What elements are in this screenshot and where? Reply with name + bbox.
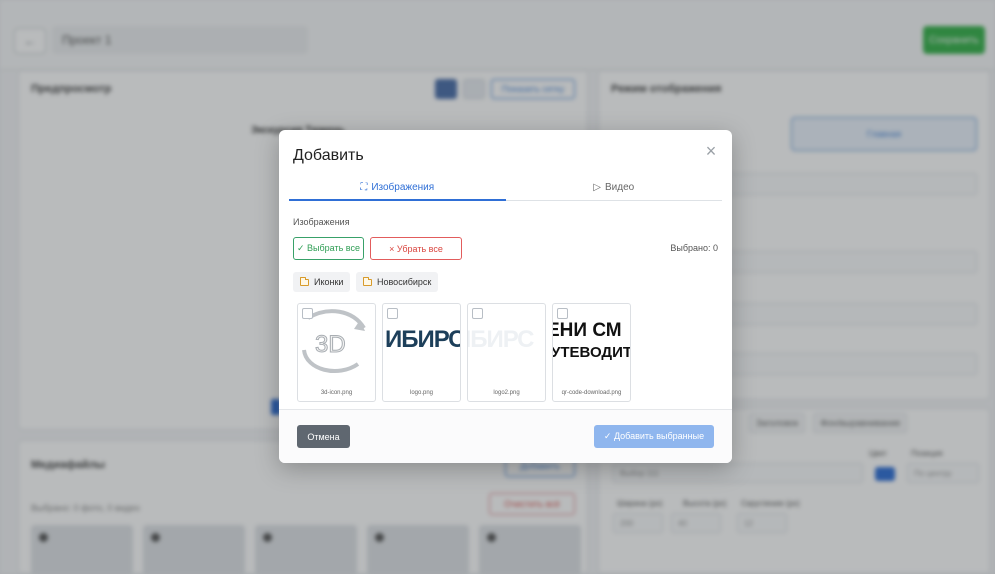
tab-video[interactable]: ▷ Видео <box>506 174 723 200</box>
remove-all-button[interactable]: × Убрать все <box>370 237 462 260</box>
image-text: ИБИРС <box>385 326 460 353</box>
add-selected-button[interactable]: ✓ Добавить выбранные <box>594 425 714 448</box>
cancel-button[interactable]: Отмена <box>297 425 350 448</box>
image-filename: 3d-icon.png <box>320 390 353 396</box>
image-text: ЕНИ СМ <box>553 320 622 341</box>
image-grid: 3D 3d-icon.png ИБИРС logo.png ИБИРС logo… <box>297 303 631 402</box>
image-icon: ⛶ <box>360 181 368 193</box>
add-media-modal: Добавить × ⛶ Изображения ▷ Видео Изображ… <box>279 130 732 463</box>
image-text-2: УТЕВОДИТ <box>553 344 630 361</box>
folder-label: Иконки <box>314 277 344 287</box>
image-filename: logo2.png <box>493 390 520 396</box>
images-section-label: Изображения <box>293 217 350 227</box>
folder-icons[interactable]: Иконки <box>293 272 351 292</box>
selected-count: Выбрано: 0 <box>670 243 718 253</box>
image-checkbox[interactable] <box>472 308 483 319</box>
select-all-button[interactable]: ✓ Выбрать все <box>293 237 364 260</box>
modal-title: Добавить <box>293 147 364 164</box>
image-card-3d-icon[interactable]: 3D 3d-icon.png <box>297 303 376 402</box>
image-card-logo[interactable]: ИБИРС logo.png <box>382 303 461 402</box>
folder-novosibirsk[interactable]: Новосибирск <box>356 272 439 292</box>
folder-label: Новосибирск <box>377 277 432 287</box>
modal-footer: Отмена ✓ Добавить выбранные <box>279 409 732 463</box>
image-checkbox[interactable] <box>302 308 313 319</box>
play-icon: ▷ <box>593 181 601 193</box>
tab-images[interactable]: ⛶ Изображения <box>289 174 506 201</box>
image-text: 3D <box>315 331 346 358</box>
image-card-qr-code[interactable]: ЕНИ СМ УТЕВОДИТ qr-code-download.png <box>552 303 631 402</box>
tab-images-label: Изображения <box>371 181 435 193</box>
tab-video-label: Видео <box>604 181 635 193</box>
modal-tabs: ⛶ Изображения ▷ Видео <box>289 174 722 201</box>
image-card-logo2[interactable]: ИБИРС logo2.png <box>467 303 546 402</box>
image-text: ИБИРС <box>468 326 534 353</box>
close-icon[interactable]: × <box>700 140 722 162</box>
image-checkbox[interactable] <box>557 308 568 319</box>
folder-icon <box>363 276 372 286</box>
image-filename: logo.png <box>409 390 434 396</box>
image-checkbox[interactable] <box>387 308 398 319</box>
image-filename: qr-code-download.png <box>561 390 622 396</box>
folder-icon <box>300 276 309 286</box>
